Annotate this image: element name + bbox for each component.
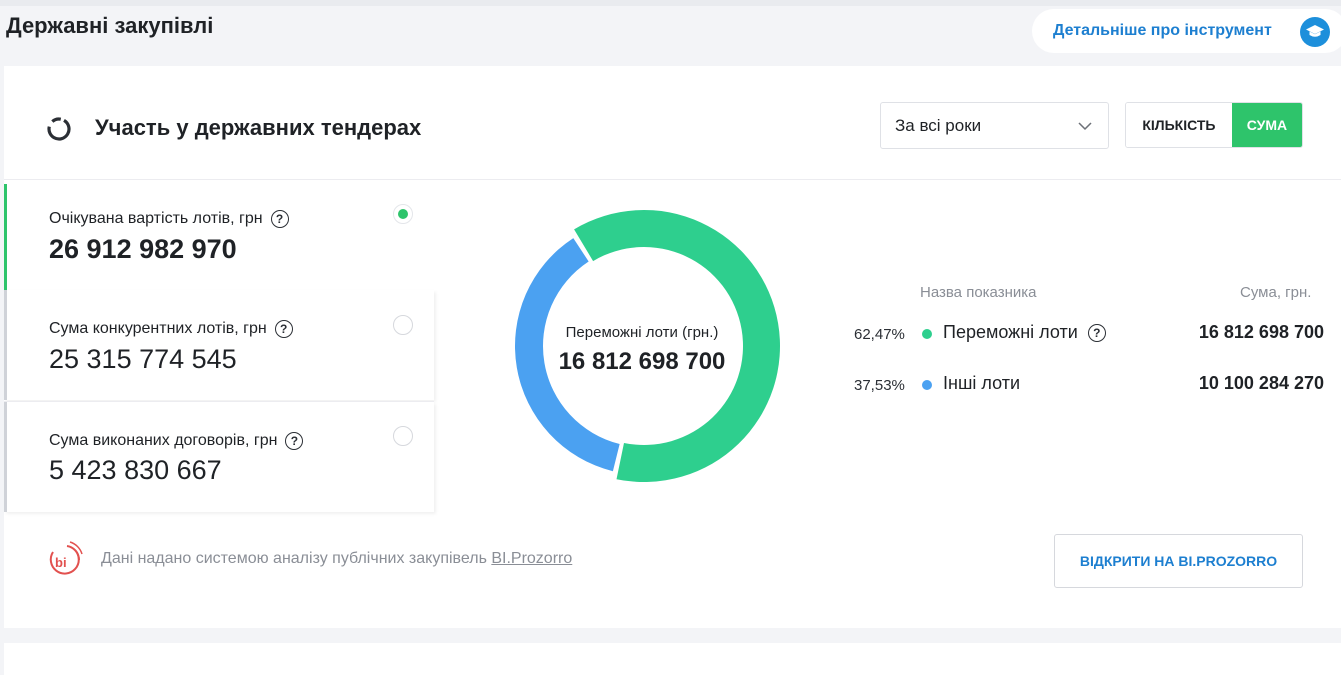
bi-prozorro-link[interactable]: BI.Prozorro: [491, 550, 572, 567]
footer-text: Дані надано системою аналізу публічних з…: [101, 550, 572, 568]
top-strip: [0, 0, 1341, 6]
legend-value: 10 100 284 270: [1198, 373, 1324, 393]
legend-row-other: 37,53% Інші лоти 10 100 284 270: [854, 373, 1334, 397]
legend-name: Інші лоти: [943, 373, 1020, 394]
metric-radio[interactable]: [393, 426, 413, 446]
mode-toggle: КІЛЬКІСТЬ СУМА: [1125, 102, 1303, 148]
legend-dot: [922, 329, 932, 339]
legend-value: 16 812 698 700: [1198, 322, 1324, 342]
donut-chart-icon: [46, 116, 72, 142]
metric-value: 5 423 830 667: [49, 455, 222, 485]
help-icon[interactable]: ?: [285, 432, 304, 450]
metric-label-text: Очікувана вартість лотів, грн: [49, 210, 263, 227]
legend-row-winning: 62,47% Переможні лоти ? 16 812 698 700: [854, 322, 1334, 346]
metric-expected-value[interactable]: Очікувана вартість лотів, грн ? 26 912 9…: [4, 184, 434, 294]
toggle-count-button[interactable]: КІЛЬКІСТЬ: [1126, 103, 1232, 147]
metric-value: 26 912 982 970: [49, 234, 237, 264]
legend-header-name: Назва показника: [920, 284, 1037, 301]
tenders-card: Участь у державних тендерах За всі роки …: [4, 66, 1341, 628]
metric-label: Сума конкурентних лотів, грн ?: [49, 320, 293, 338]
section-title: Участь у державних тендерах: [95, 115, 422, 140]
donut-center-value: 16 812 698 700: [558, 348, 726, 375]
metric-label: Сума виконаних договорів, грн ?: [49, 432, 304, 450]
metric-radio-selected[interactable]: [393, 204, 413, 224]
graduation-cap-icon: [1300, 17, 1330, 47]
metric-competitive-sum[interactable]: Сума конкурентних лотів, грн ? 25 315 77…: [4, 290, 434, 400]
metric-label: Очікувана вартість лотів, грн ?: [49, 210, 289, 228]
legend-percent: 37,53%: [854, 377, 905, 394]
open-bi-prozorro-button[interactable]: ВІДКРИТИ НА BI.PROZORRO: [1054, 534, 1303, 588]
period-select[interactable]: За всі роки: [880, 102, 1109, 149]
metric-contracts-sum[interactable]: Сума виконаних договорів, грн ? 5 423 83…: [4, 402, 434, 512]
legend-name-text: Переможні лоти: [943, 322, 1078, 342]
metric-label-text: Сума виконаних договорів, грн: [49, 432, 278, 449]
footer-text-main: Дані надано системою аналізу публічних з…: [101, 550, 492, 567]
chevron-down-icon: [1076, 117, 1094, 135]
legend-name: Переможні лоти ?: [943, 322, 1106, 343]
page-title: Державні закупівлі: [6, 13, 214, 38]
donut-center: Переможні лоти (грн.) 16 812 698 700: [552, 324, 732, 376]
toggle-sum-button[interactable]: СУМА: [1231, 103, 1302, 147]
metric-radio[interactable]: [393, 315, 413, 335]
metric-label-text: Сума конкурентних лотів, грн: [49, 320, 267, 337]
learn-more-button[interactable]: Детальніше про інструмент: [1032, 9, 1341, 53]
help-icon[interactable]: ?: [1087, 323, 1106, 342]
metric-value: 25 315 774 545: [49, 344, 237, 374]
legend-name-text: Інші лоти: [943, 373, 1021, 393]
legend-percent: 62,47%: [854, 326, 905, 343]
legend-dot: [922, 380, 932, 390]
bi-prozorro-logo: bi: [45, 540, 83, 578]
period-select-value: За всі роки: [895, 115, 982, 135]
next-card: [4, 643, 1341, 675]
donut-center-label: Переможні лоти (грн.): [565, 324, 719, 341]
help-icon[interactable]: ?: [270, 210, 289, 228]
svg-text:bi: bi: [55, 555, 67, 570]
section-header: Участь у державних тендерах За всі роки …: [4, 66, 1341, 180]
legend-header-sum: Сума, грн.: [1240, 284, 1312, 301]
help-icon[interactable]: ?: [274, 320, 293, 338]
learn-more-label: Детальніше про інструмент: [1053, 22, 1272, 39]
